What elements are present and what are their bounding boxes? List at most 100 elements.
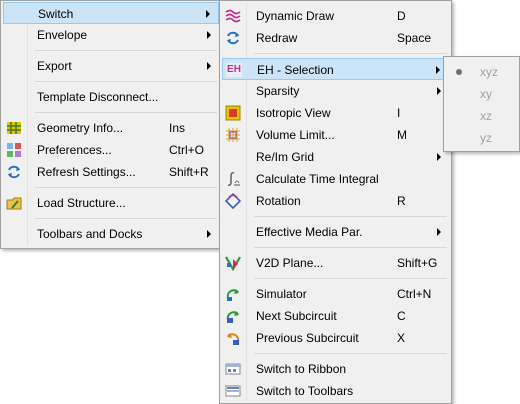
menu-item-rotation[interactable]: Rotation R [222, 190, 449, 212]
menu-item-label: EH - Selection [257, 63, 334, 77]
menu-item-effective-media[interactable]: Effective Media Par. [222, 221, 449, 243]
next-subcircuit-icon [225, 308, 241, 324]
menu-item-label: Effective Media Par. [256, 225, 363, 239]
ribbon-icon [225, 361, 241, 377]
menu-item-envelope[interactable]: Envelope [3, 24, 219, 46]
menu-item-shortcut: Shift+R [169, 165, 209, 179]
menu-item-isotropic-view[interactable]: Isotropic View I [222, 102, 449, 124]
menu-item-eh-selection[interactable]: EH EH - Selection [222, 58, 449, 80]
menu-item-previous-subcircuit[interactable]: Previous Subcircuit X [222, 327, 449, 349]
menu-item-preferences[interactable]: Preferences... Ctrl+O [3, 139, 219, 161]
menu-item-label: Volume Limit... [256, 128, 335, 142]
switch-submenu: Dynamic Draw D Redraw Space EH EH - Sele… [219, 0, 452, 404]
menu-item-redraw[interactable]: Redraw Space [222, 27, 449, 49]
menu-item-label: Dynamic Draw [256, 9, 335, 23]
menu-item-label: xyz [480, 65, 498, 79]
submenu-arrow-icon [436, 66, 440, 74]
menu-item-shortcut: M [397, 128, 407, 142]
simulator-icon [225, 286, 241, 302]
redraw-icon [225, 30, 241, 46]
menu-item-label: Re/Im Grid [256, 150, 315, 164]
v2d-plane-icon [225, 255, 241, 271]
rotation-icon [225, 193, 241, 209]
toolbars-icon [225, 383, 241, 399]
menu-item-label: yz [480, 131, 492, 145]
menu-item-shortcut: I [397, 106, 401, 120]
load-structure-icon [6, 195, 22, 211]
menu-item-dynamic-draw[interactable]: Dynamic Draw D [222, 5, 449, 27]
menu-item-switch[interactable]: Switch [3, 2, 219, 24]
menu-item-shortcut: R [397, 194, 406, 208]
menu-separator [254, 278, 447, 279]
menu-item-label: Sparsity [256, 84, 300, 98]
menu-item-label: xz [480, 109, 492, 123]
menu-item-xy[interactable]: xy [446, 83, 517, 105]
menu-item-label: Previous Subcircuit [256, 331, 359, 345]
menu-item-label: Preferences... [37, 143, 112, 157]
menu-item-shortcut: Space [397, 31, 432, 45]
eh-selection-submenu: xyz xy xz yz [443, 56, 520, 152]
menu-item-v2d-plane[interactable]: V2D Plane... Shift+G [222, 252, 449, 274]
menu-item-next-subcircuit[interactable]: Next Subcircuit C [222, 305, 449, 327]
previous-subcircuit-icon [225, 330, 241, 346]
submenu-arrow-icon [207, 230, 211, 238]
menu-item-label: Next Subcircuit [256, 309, 337, 323]
menu-item-label: xy [480, 87, 492, 101]
menu-item-label: Calculate Time Integral [256, 172, 379, 186]
menu-item-label: Isotropic View [256, 106, 331, 120]
radio-bullet-icon [451, 64, 467, 80]
menu-item-volume-limit[interactable]: Volume Limit... M [222, 124, 449, 146]
eh-selection-icon: EH [226, 62, 242, 78]
menu-item-label: Load Structure... [37, 196, 126, 210]
menu-item-label: Redraw [256, 31, 298, 45]
menu-item-switch-ribbon[interactable]: Switch to Ribbon [222, 358, 449, 380]
integral-icon [225, 171, 241, 187]
menu-separator [35, 81, 217, 82]
menu-item-shortcut: Shift+G [397, 256, 438, 270]
submenu-arrow-icon [437, 153, 441, 161]
preferences-icon [6, 142, 22, 158]
menu-item-xyz[interactable]: xyz [446, 61, 517, 83]
dynamic-draw-icon [225, 8, 241, 24]
menu-item-sparsity[interactable]: Sparsity [222, 80, 449, 102]
menu-separator [254, 247, 447, 248]
eh-icon-text: EH [226, 63, 242, 77]
menu-item-label: Template Disconnect... [37, 90, 159, 104]
menu-separator [254, 53, 447, 54]
menu-separator [254, 353, 447, 354]
menu-item-template-disconnect[interactable]: Template Disconnect... [3, 86, 219, 108]
submenu-arrow-icon [206, 10, 210, 18]
menu-item-simulator[interactable]: Simulator Ctrl+N [222, 283, 449, 305]
submenu-arrow-icon [437, 87, 441, 95]
submenu-arrow-icon [437, 228, 441, 236]
menu-separator [35, 187, 217, 188]
menu-item-label: Switch [38, 7, 74, 21]
menu-item-shortcut: D [397, 9, 406, 23]
menu-separator [35, 218, 217, 219]
menu-item-label: Envelope [37, 28, 88, 42]
refresh-icon [6, 164, 22, 180]
menu-item-label: Switch to Toolbars [256, 384, 354, 398]
menu-item-label: Rotation [256, 194, 301, 208]
main-context-menu: Switch Envelope Export Template Disconne… [0, 0, 222, 249]
isotropic-view-icon [225, 105, 241, 121]
menu-item-yz[interactable]: yz [446, 127, 517, 149]
geometry-grid-icon [6, 120, 22, 136]
menu-item-export[interactable]: Export [3, 55, 219, 77]
menu-item-xz[interactable]: xz [446, 105, 517, 127]
volume-limit-icon [225, 127, 241, 143]
menu-separator [35, 112, 217, 113]
menu-item-switch-toolbars[interactable]: Switch to Toolbars [222, 380, 449, 402]
menu-item-geometry-info[interactable]: Geometry Info... Ins [3, 117, 219, 139]
menu-item-label: Toolbars and Docks [37, 227, 143, 241]
menu-item-shortcut: C [397, 309, 406, 323]
menu-separator [35, 50, 217, 51]
menu-item-toolbars-docks[interactable]: Toolbars and Docks [3, 223, 219, 245]
submenu-arrow-icon [207, 62, 211, 70]
menu-item-shortcut: Ins [169, 121, 186, 135]
menu-item-shortcut: Ctrl+O [169, 143, 205, 157]
menu-item-reim-grid[interactable]: Re/Im Grid [222, 146, 449, 168]
menu-item-load-structure[interactable]: Load Structure... [3, 192, 219, 214]
menu-item-refresh-settings[interactable]: Refresh Settings... Shift+R [3, 161, 219, 183]
menu-item-calc-time-integral[interactable]: Calculate Time Integral [222, 168, 449, 190]
